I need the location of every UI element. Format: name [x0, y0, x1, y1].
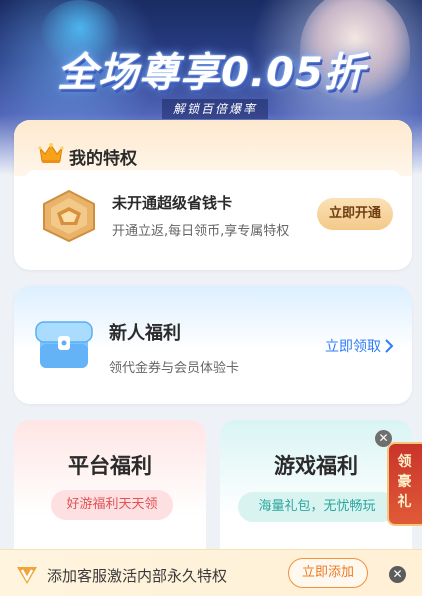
medal-icon	[43, 189, 95, 243]
vip-icon	[17, 567, 37, 584]
close-icon[interactable]: ✕	[389, 566, 406, 583]
privilege-header: 我的特权	[14, 120, 412, 176]
gift-float-button[interactable]: 领豪礼	[387, 442, 422, 526]
game-tag: 海量礼包，无忧畅玩	[238, 492, 396, 522]
super-saver-desc: 开通立返,每日领币,享专属特权	[112, 224, 290, 239]
add-now-button[interactable]: 立即添加	[288, 558, 368, 588]
claim-now-link[interactable]: 立即领取	[325, 336, 381, 356]
game-title: 游戏福利	[274, 454, 358, 478]
banner-title: 全场尊享0.05折	[57, 50, 365, 96]
super-saver-title: 未开通超级省钱卡	[112, 194, 233, 212]
platform-title: 平台福利	[68, 454, 152, 478]
super-saver-card[interactable]: 未开通超级省钱卡 开通立返,每日领币,享专属特权 立即开通	[24, 170, 402, 262]
privilege-title: 我的特权	[69, 149, 137, 169]
banner-subtitle: 解锁百倍爆率	[162, 99, 268, 119]
customer-service-text: 添加客服激活内部永久特权	[47, 567, 228, 585]
chevron-right-icon[interactable]	[384, 339, 394, 353]
newbie-welfare-card[interactable]: 新人福利 领代金券与会员体验卡 立即领取	[14, 286, 412, 404]
platform-tag: 好游福利天天领	[51, 490, 173, 520]
privilege-card: 我的特权 未开通超级省钱卡 开通立返,每日领币,享专属特权 立即开通	[14, 120, 412, 270]
activate-button[interactable]: 立即开通	[317, 198, 393, 230]
customer-service-bar[interactable]: 添加客服激活内部永久特权 立即添加 ✕	[0, 549, 422, 596]
newbie-desc: 领代金券与会员体验卡	[109, 361, 240, 376]
gift-float-label: 领豪礼	[397, 454, 412, 510]
treasure-chest-icon	[35, 321, 93, 368]
crown-icon	[38, 143, 64, 163]
newbie-title: 新人福利	[109, 323, 181, 344]
